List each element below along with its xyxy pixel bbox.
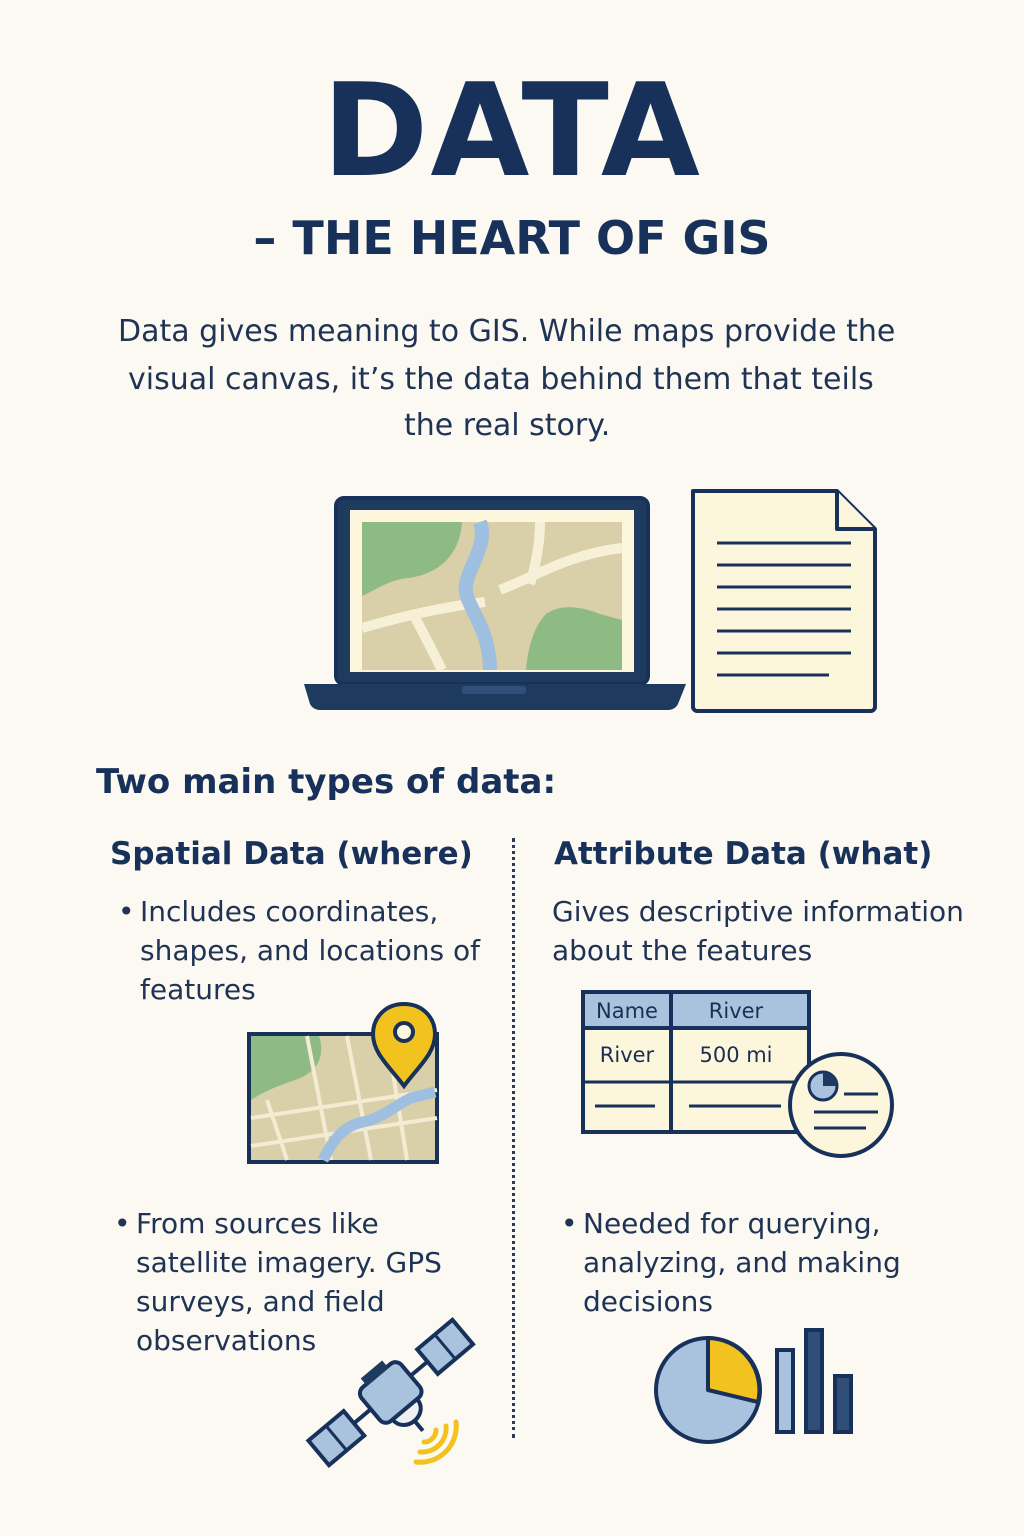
chart-badge-icon [788,1052,894,1158]
intro-line-2: visual canvas, it’s the data behind them… [128,362,874,397]
spatial-heading: Spatial Data (where) [110,836,473,872]
bullet-marker: • [114,1207,131,1240]
attribute-heading: Attribute Data (what) [554,836,933,872]
satellite-icon [305,1316,476,1468]
attribute-description: Gives descriptive information about the … [552,895,964,967]
bullet-marker: • [561,1207,578,1240]
types-heading: Two main types of data: [96,762,557,802]
attribute-bullet-2: Needed for querying, analyzing, and maki… [583,1207,901,1318]
bar-chart-icon [775,1328,853,1434]
table-icon: Name River River 500 mi [581,990,811,1134]
column-divider [512,838,515,1438]
spatial-bullet-1: Includes coordinates, shapes, and locati… [140,895,481,1006]
map-pin-icon [247,1001,439,1164]
document-icon [691,489,877,713]
intro-line-1: Data gives meaning to GIS. While maps pr… [118,314,896,349]
intro-line-3: the real story. [404,408,611,443]
pie-chart-icon [654,1336,762,1444]
table-header-name: Name [596,999,658,1023]
laptop-map-icon [304,496,686,710]
table-cell-value: 500 mi [699,1043,772,1067]
table-cell-name: River [600,1043,655,1067]
bullet-marker: • [118,895,135,928]
page-title: DATA [322,57,702,206]
page-subtitle: – THE HEART OF GIS [253,211,771,265]
table-header-river: River [709,999,764,1023]
